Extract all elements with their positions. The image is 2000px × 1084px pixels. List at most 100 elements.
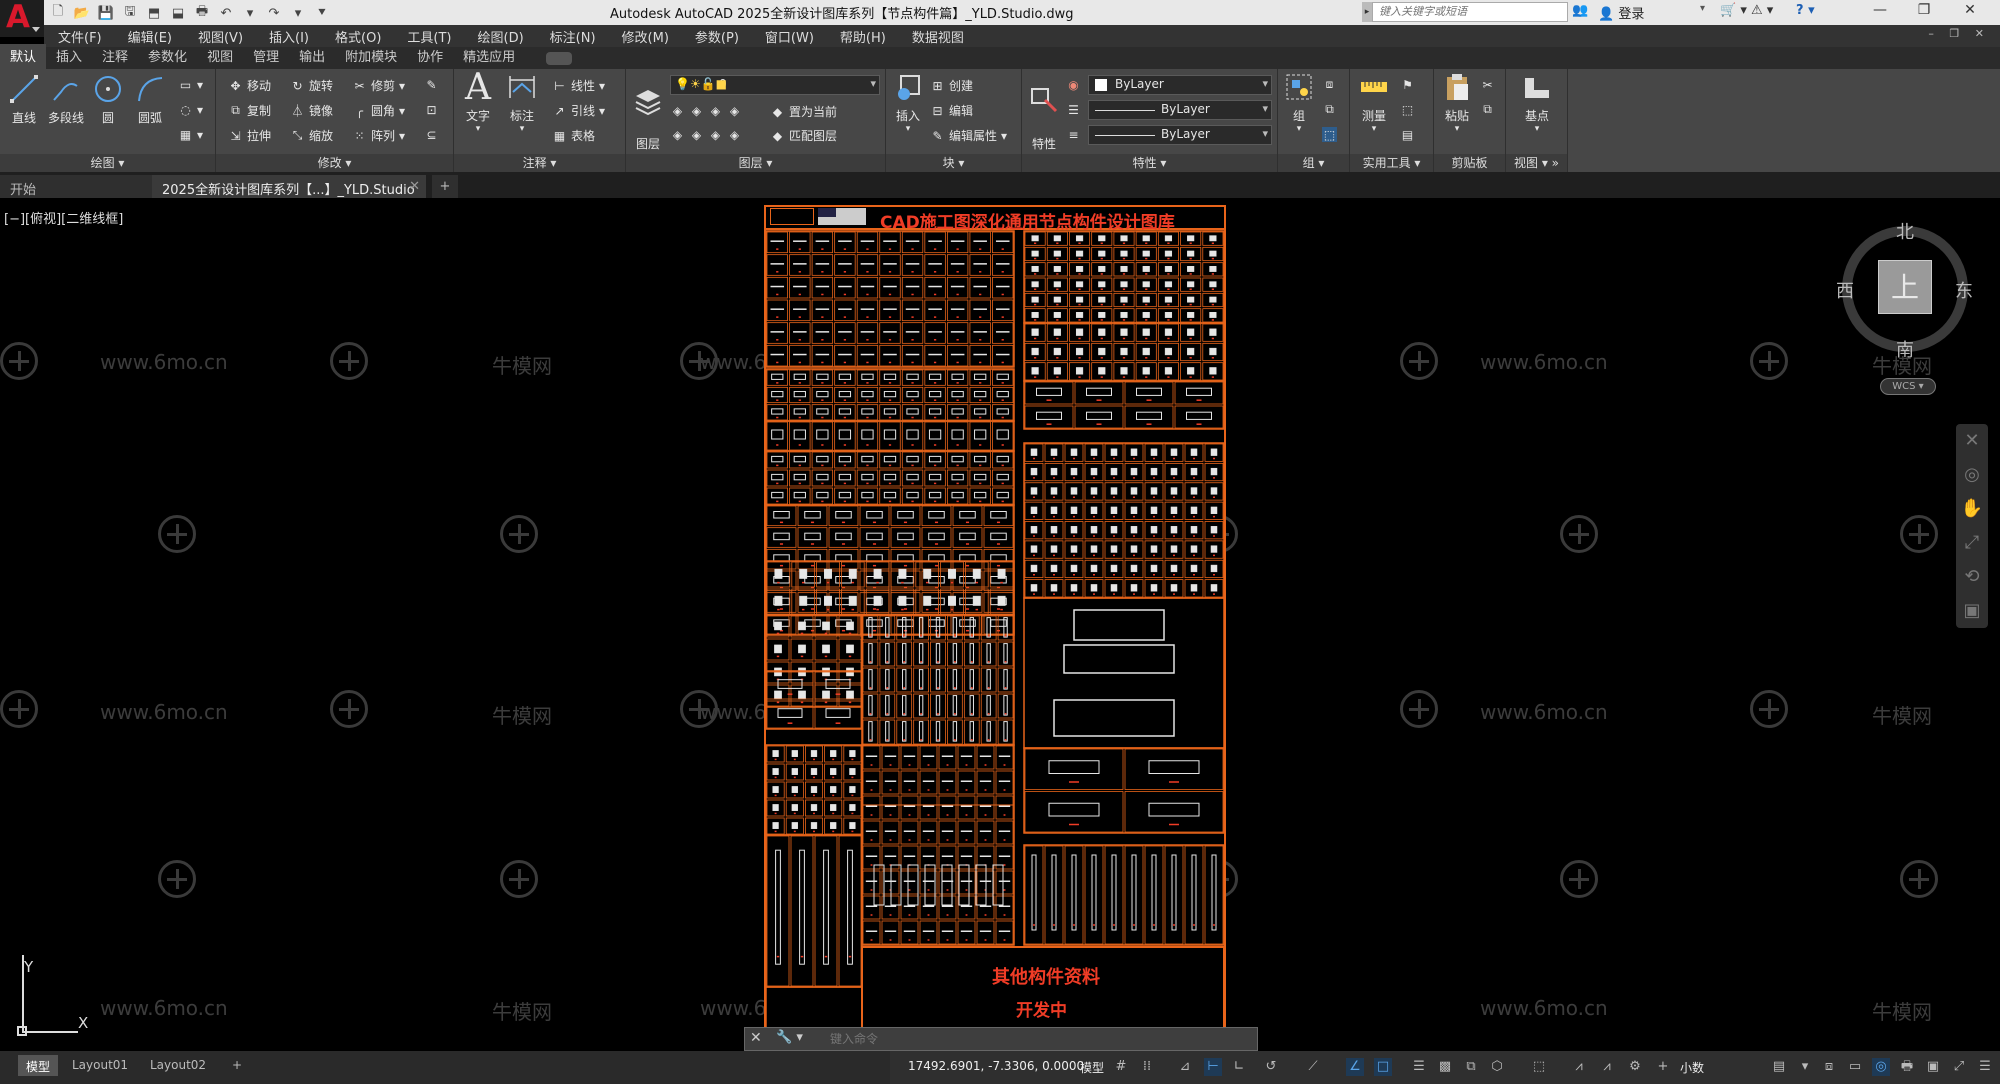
tab-layout01[interactable]: Layout01 [64,1055,136,1076]
application-menu-button[interactable]: A [0,0,44,37]
panel-utilities-title[interactable]: 实用工具 ▾ [1350,154,1433,172]
quick-properties-icon[interactable]: ▤ [1770,1058,1788,1076]
tab-annotate[interactable]: 注释 [92,44,138,69]
undo-icon[interactable]: ↶ [216,4,236,22]
object-snap-tracking-icon[interactable]: ∠ [1346,1058,1364,1076]
object-snap-icon[interactable]: □ [1374,1058,1392,1076]
web-open-icon[interactable]: ⬒ [144,4,164,22]
panel-layers-title[interactable]: 图层 ▾ [626,154,885,172]
measure-button[interactable]: 测量 ▾ [1354,71,1394,134]
calculator-icon[interactable]: ▤ [1400,127,1415,142]
command-input[interactable] [830,1029,1240,1049]
help-icon[interactable]: ? ▾ [1796,3,1815,18]
save-icon[interactable]: 💾 [96,4,116,22]
panel-modify-title[interactable]: 修改 ▾ [216,154,453,172]
redo-icon[interactable]: ↷ [264,4,284,22]
make-current-button[interactable]: ◆ 置为当前 [770,103,837,120]
selection-filter-icon[interactable]: ⬚ [1530,1058,1548,1076]
qat-customize-icon[interactable]: ⯆ [312,4,332,22]
compass-east[interactable]: 东 [1955,277,1973,303]
lineweight-display-icon[interactable]: ☰ [1410,1058,1428,1076]
trim-button[interactable]: ✂ 修剪 ▾ [352,77,405,94]
lineweight-dropdown[interactable]: ByLayer [1088,125,1272,145]
color-wheel-icon[interactable]: ◉ [1066,77,1081,92]
rotate-button[interactable]: ↻ 旋转 [290,77,333,94]
table-button[interactable]: ▦ 表格 [552,127,595,144]
tab-insert[interactable]: 插入 [46,44,92,69]
menu-file[interactable]: 文件(F) [44,27,114,46]
workspace-gear-icon[interactable]: ⚙ [1626,1058,1644,1076]
lock-ui-icon[interactable]: ▾ [1796,1058,1814,1076]
hatch-button[interactable]: ◌ ▾ [178,102,203,117]
menu-window[interactable]: 窗口(W) [751,27,826,46]
undo-dropdown-icon[interactable]: ▾ [240,4,260,22]
menu-help[interactable]: 帮助(H) [826,27,898,46]
annotation-visibility-icon[interactable]: ⩘ [1598,1058,1616,1076]
ribbon-minimize-toggle[interactable] [546,52,572,65]
linetype-dropdown[interactable]: ByLayer [1088,100,1272,120]
command-search-icon[interactable]: 🔧 ▾ [776,1030,803,1045]
add-layout-button[interactable]: + [224,1055,250,1076]
dimension-button[interactable]: 标注 ▾ [502,71,542,134]
color-dropdown[interactable]: ByLayer [1088,75,1272,95]
group-select-icon[interactable]: ⬚ [1322,127,1337,142]
drawing-window-controls[interactable]: – ❐ ✕ [1928,27,1990,40]
wcs-menu[interactable]: WCS ▾ [1880,378,1936,395]
panel-view-title[interactable]: 视图 ▾ » [1506,154,1567,172]
panel-groups-title[interactable]: 组 ▾ [1278,154,1349,172]
open-folder-icon[interactable]: 📂 [72,4,92,22]
tab-manage[interactable]: 管理 [243,44,289,69]
layer-tools-row2[interactable]: ◈ ◈ ◈ ◈ [670,127,742,142]
rectangle-button[interactable]: ▭ ▾ [178,77,203,92]
polar-tracking-icon[interactable]: ↺ [1262,1058,1280,1076]
compass-north[interactable]: 北 [1896,218,1914,244]
print-icon[interactable]: 🖶 [192,4,212,22]
panel-draw-title[interactable]: 绘图 ▾ [0,154,215,172]
transparency-icon[interactable]: ▩ [1436,1058,1454,1076]
leader-button[interactable]: ↗ 引线 ▾ [552,102,605,119]
minimize-button[interactable]: — [1860,2,1900,22]
quick-select-icon[interactable]: ⚑ [1400,77,1415,92]
tab-layout02[interactable]: Layout02 [142,1055,214,1076]
tab-default[interactable]: 默认 [0,44,47,69]
menu-draw[interactable]: 绘图(D) [464,27,536,46]
fullscreen-icon[interactable]: ⤢ [1950,1058,1968,1076]
linear-dim-button[interactable]: ⊢ 线性 ▾ [552,77,605,94]
copy-button[interactable]: ⧉ 复制 [228,102,271,119]
layer-dropdown[interactable]: 💡☀🔓■ 0 [670,75,880,95]
infer-constraints-icon[interactable]: ⊿ [1176,1058,1194,1076]
tab-collaborate[interactable]: 协作 [407,44,453,69]
3d-osnap-icon[interactable]: ⬡ [1488,1058,1506,1076]
tab-current-drawing[interactable]: 2025全新设计图库系列【...】_YLD.Studio ✕ [152,175,426,198]
close-window-button[interactable]: ✕ [1950,2,1990,22]
compass-west[interactable]: 西 [1836,277,1854,303]
navbar-close-icon[interactable]: ✕ [1956,424,1988,458]
insert-block-button[interactable]: 插入 ▾ [890,71,926,134]
close-tab-icon[interactable]: ✕ [409,179,420,194]
snap-icon[interactable]: ⁞⁞ [1138,1058,1156,1076]
edit-block-button[interactable]: ⊟ 编辑 [930,102,973,119]
menu-insert[interactable]: 插入(I) [255,27,321,46]
menu-parametric[interactable]: 参数(P) [681,27,751,46]
new-file-icon[interactable]: 🗋 [48,4,68,22]
cart-icon[interactable]: 🛒 ▾ ⚠ ▾ [1720,3,1773,18]
arc-button[interactable]: 圆弧 [130,73,170,126]
polyline-button[interactable]: 多段线 [46,73,86,126]
search-expand-icon[interactable]: ▸ [1362,2,1372,22]
panel-block-title[interactable]: 块 ▾ [886,154,1021,172]
coordinates-readout[interactable]: 17492.6901, -7.3306, 0.0000 [908,1059,1084,1073]
isolate-objects-icon[interactable]: ⧈ [1820,1058,1838,1076]
dynamic-input-icon[interactable]: ⊢ [1204,1058,1222,1076]
fillet-button[interactable]: ╭ 圆角 ▾ [352,102,405,119]
grid-icon[interactable]: # [1112,1058,1130,1076]
array-button[interactable]: ⁙ 阵列 ▾ [352,127,405,144]
panel-annotation-title[interactable]: 注释 ▾ [454,154,625,172]
tab-parametric[interactable]: 参数化 [138,44,197,69]
ortho-icon[interactable]: ∟ [1230,1058,1248,1076]
edit-attributes-button[interactable]: ✎ 编辑属性 ▾ [930,127,1007,144]
erase-button[interactable]: ✎ [424,77,439,92]
tab-start[interactable]: 开始 [0,175,152,198]
menu-edit[interactable]: 编辑(E) [114,27,184,46]
match-layer-button[interactable]: ◆ 匹配图层 [770,127,837,144]
clean-screen-icon[interactable]: 🖶 [1898,1058,1916,1076]
